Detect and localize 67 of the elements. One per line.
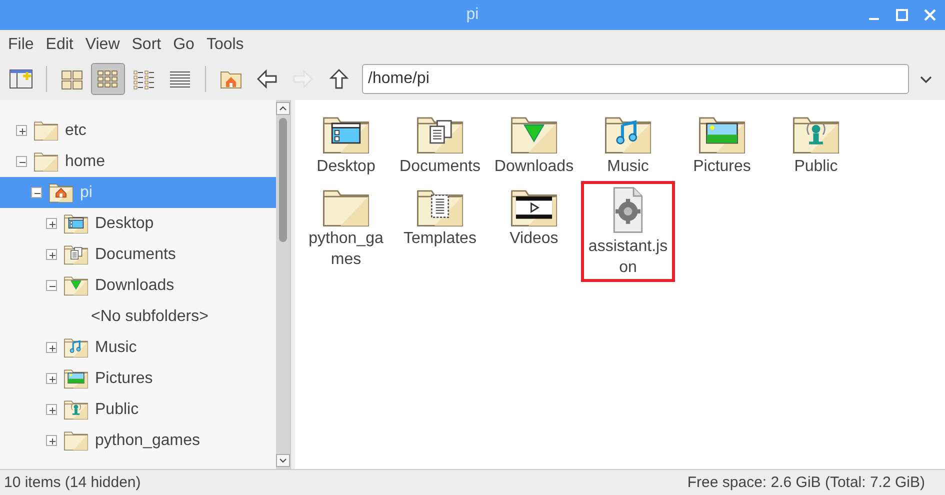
folder-entry[interactable]: Public	[769, 108, 863, 180]
maximize-icon	[895, 8, 909, 22]
view-mode-icon	[132, 68, 156, 90]
minimize-icon	[869, 18, 879, 20]
expander-icon[interactable]	[46, 218, 57, 229]
expander-icon[interactable]	[46, 373, 57, 384]
folder-icon	[63, 336, 89, 359]
expander-icon[interactable]	[16, 156, 27, 167]
expander-icon[interactable]	[46, 435, 57, 446]
tree-item[interactable]: etc	[0, 115, 276, 146]
folder-icon	[63, 367, 89, 390]
menu-item[interactable]: Go	[167, 36, 200, 54]
menu-item[interactable]: Sort	[126, 36, 168, 54]
item-count: 10 items (14 hidden)	[4, 474, 141, 490]
tree-item[interactable]: Desktop	[0, 208, 276, 239]
folder-icon	[33, 150, 59, 173]
tree-item[interactable]: Documents	[0, 239, 276, 270]
folder-entry[interactable]: Documents	[393, 108, 487, 180]
menu-item[interactable]: Edit	[40, 36, 80, 54]
folder-icon	[48, 181, 74, 204]
expander-icon[interactable]	[46, 404, 57, 415]
scrollbar-thumb[interactable]	[279, 118, 287, 242]
folder-icon	[33, 119, 59, 142]
scrollbar[interactable]	[276, 100, 291, 469]
view-mode-button[interactable]	[91, 63, 125, 95]
close-icon	[923, 8, 937, 22]
arrow-icon	[327, 67, 351, 91]
scroll-up-button[interactable]	[276, 102, 290, 115]
folder-icon	[63, 243, 89, 266]
folder-entry[interactable]: python_games	[299, 180, 393, 282]
tree-item[interactable]: Pictures	[0, 363, 276, 394]
folder-icon	[63, 212, 89, 235]
arrow-icon	[255, 67, 279, 91]
expander-icon[interactable]	[46, 342, 57, 353]
expander-icon[interactable]	[31, 187, 42, 198]
chevron-down-icon	[919, 74, 933, 84]
document-entry[interactable]: assistant.json	[581, 180, 675, 282]
folder-entry[interactable]: Music	[581, 108, 675, 180]
tree-item[interactable]: Music	[0, 332, 276, 363]
tree-item[interactable]: home	[0, 146, 276, 177]
folder-entry[interactable]: Downloads	[487, 108, 581, 180]
expander-icon[interactable]	[16, 125, 27, 136]
close-button[interactable]	[923, 8, 937, 22]
folder-entry[interactable]: Videos	[487, 180, 581, 282]
free-space: Free space: 2.6 GiB (Total: 7.2 GiB)	[687, 474, 925, 490]
tree-item[interactable]: Downloads	[0, 270, 276, 301]
menu-item[interactable]: File	[2, 36, 40, 54]
scroll-down-button[interactable]	[276, 454, 290, 467]
maximize-button[interactable]	[895, 8, 909, 22]
path-field[interactable]: /home/pi	[362, 64, 909, 94]
view-mode-icon	[96, 68, 120, 90]
folder-icon	[63, 398, 89, 421]
new-window-icon	[8, 68, 34, 90]
folder-icon	[63, 274, 89, 297]
folder-entry[interactable]: Templates	[393, 180, 487, 282]
window-title: pi	[466, 6, 479, 24]
no-subfolders-note: <No subfolders>	[91, 308, 208, 326]
tree-item[interactable]: python_games	[0, 425, 276, 456]
view-mode-icon	[60, 68, 84, 90]
expander-icon[interactable]	[46, 280, 57, 291]
folder-entry[interactable]: Pictures	[675, 108, 769, 180]
expander-icon[interactable]	[46, 249, 57, 260]
folder-entry[interactable]: Desktop	[299, 108, 393, 180]
folder-icon	[63, 429, 89, 452]
menu-item[interactable]: Tools	[200, 36, 250, 54]
menu-item[interactable]: View	[79, 36, 126, 54]
tree-item[interactable]: Public	[0, 394, 276, 425]
